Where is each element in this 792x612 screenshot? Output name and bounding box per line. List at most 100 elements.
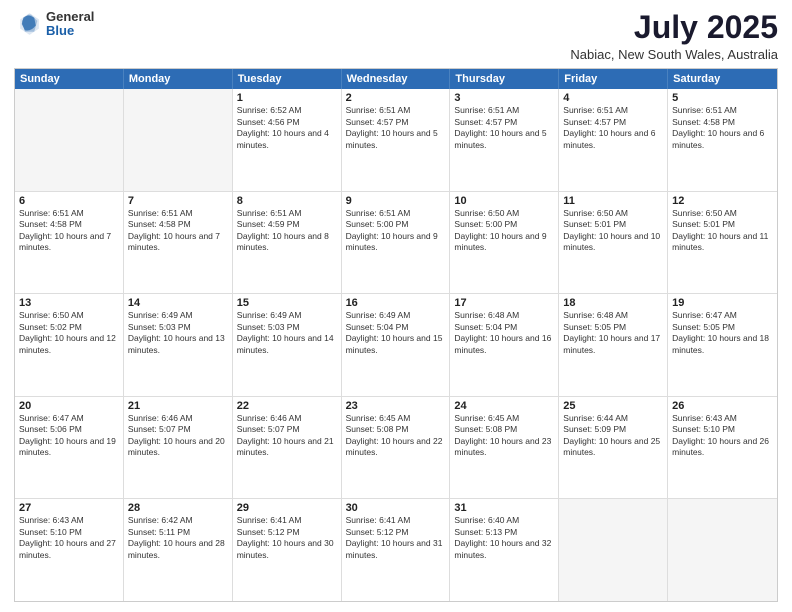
day-info: Sunrise: 6:50 AM Sunset: 5:00 PM Dayligh… [454, 208, 554, 254]
calendar-header: SundayMondayTuesdayWednesdayThursdayFrid… [15, 69, 777, 89]
page: General Blue July 2025 Nabiac, New South… [0, 0, 792, 612]
day-info: Sunrise: 6:50 AM Sunset: 5:02 PM Dayligh… [19, 310, 119, 356]
calendar-row-4: 27Sunrise: 6:43 AM Sunset: 5:10 PM Dayli… [15, 499, 777, 601]
day-number: 2 [346, 92, 446, 104]
calendar-row-2: 13Sunrise: 6:50 AM Sunset: 5:02 PM Dayli… [15, 294, 777, 397]
calendar-row-0: 1Sunrise: 6:52 AM Sunset: 4:56 PM Daylig… [15, 89, 777, 192]
calendar-row-1: 6Sunrise: 6:51 AM Sunset: 4:58 PM Daylig… [15, 192, 777, 295]
day-number: 8 [237, 195, 337, 207]
day-info: Sunrise: 6:49 AM Sunset: 5:03 PM Dayligh… [237, 310, 337, 356]
day-info: Sunrise: 6:41 AM Sunset: 5:12 PM Dayligh… [346, 515, 446, 561]
day-number: 11 [563, 195, 663, 207]
day-number: 9 [346, 195, 446, 207]
calendar-cell: 11Sunrise: 6:50 AM Sunset: 5:01 PM Dayli… [559, 192, 668, 294]
day-info: Sunrise: 6:42 AM Sunset: 5:11 PM Dayligh… [128, 515, 228, 561]
day-info: Sunrise: 6:45 AM Sunset: 5:08 PM Dayligh… [346, 413, 446, 459]
day-info: Sunrise: 6:46 AM Sunset: 5:07 PM Dayligh… [128, 413, 228, 459]
day-number: 1 [237, 92, 337, 104]
title-block: July 2025 Nabiac, New South Wales, Austr… [570, 10, 778, 62]
day-info: Sunrise: 6:43 AM Sunset: 5:10 PM Dayligh… [19, 515, 119, 561]
day-info: Sunrise: 6:51 AM Sunset: 4:57 PM Dayligh… [454, 105, 554, 151]
day-number: 29 [237, 502, 337, 514]
day-number: 20 [19, 400, 119, 412]
calendar-cell: 18Sunrise: 6:48 AM Sunset: 5:05 PM Dayli… [559, 294, 668, 396]
calendar-cell: 27Sunrise: 6:43 AM Sunset: 5:10 PM Dayli… [15, 499, 124, 601]
header-day-sunday: Sunday [15, 69, 124, 89]
day-number: 4 [563, 92, 663, 104]
day-number: 13 [19, 297, 119, 309]
calendar-cell: 30Sunrise: 6:41 AM Sunset: 5:12 PM Dayli… [342, 499, 451, 601]
day-info: Sunrise: 6:45 AM Sunset: 5:08 PM Dayligh… [454, 413, 554, 459]
header: General Blue July 2025 Nabiac, New South… [14, 10, 778, 62]
subtitle: Nabiac, New South Wales, Australia [570, 47, 778, 62]
calendar-cell: 7Sunrise: 6:51 AM Sunset: 4:58 PM Daylig… [124, 192, 233, 294]
logo-text: General Blue [46, 10, 94, 39]
calendar-cell: 15Sunrise: 6:49 AM Sunset: 5:03 PM Dayli… [233, 294, 342, 396]
calendar-cell: 9Sunrise: 6:51 AM Sunset: 5:00 PM Daylig… [342, 192, 451, 294]
day-number: 15 [237, 297, 337, 309]
header-day-tuesday: Tuesday [233, 69, 342, 89]
header-day-friday: Friday [559, 69, 668, 89]
day-number: 30 [346, 502, 446, 514]
calendar-cell: 25Sunrise: 6:44 AM Sunset: 5:09 PM Dayli… [559, 397, 668, 499]
calendar-cell [15, 89, 124, 191]
calendar-cell: 21Sunrise: 6:46 AM Sunset: 5:07 PM Dayli… [124, 397, 233, 499]
calendar-cell [559, 499, 668, 601]
day-info: Sunrise: 6:49 AM Sunset: 5:04 PM Dayligh… [346, 310, 446, 356]
day-info: Sunrise: 6:51 AM Sunset: 4:57 PM Dayligh… [563, 105, 663, 151]
day-info: Sunrise: 6:41 AM Sunset: 5:12 PM Dayligh… [237, 515, 337, 561]
calendar-body: 1Sunrise: 6:52 AM Sunset: 4:56 PM Daylig… [15, 89, 777, 601]
logo-blue: Blue [46, 24, 94, 38]
day-number: 12 [672, 195, 773, 207]
calendar-cell: 17Sunrise: 6:48 AM Sunset: 5:04 PM Dayli… [450, 294, 559, 396]
calendar-cell: 4Sunrise: 6:51 AM Sunset: 4:57 PM Daylig… [559, 89, 668, 191]
calendar-cell: 16Sunrise: 6:49 AM Sunset: 5:04 PM Dayli… [342, 294, 451, 396]
day-info: Sunrise: 6:51 AM Sunset: 4:57 PM Dayligh… [346, 105, 446, 151]
day-info: Sunrise: 6:51 AM Sunset: 4:58 PM Dayligh… [672, 105, 773, 151]
day-info: Sunrise: 6:46 AM Sunset: 5:07 PM Dayligh… [237, 413, 337, 459]
day-number: 28 [128, 502, 228, 514]
day-number: 23 [346, 400, 446, 412]
day-number: 21 [128, 400, 228, 412]
calendar-cell: 10Sunrise: 6:50 AM Sunset: 5:00 PM Dayli… [450, 192, 559, 294]
day-number: 5 [672, 92, 773, 104]
header-day-wednesday: Wednesday [342, 69, 451, 89]
day-number: 6 [19, 195, 119, 207]
day-number: 7 [128, 195, 228, 207]
calendar-cell: 24Sunrise: 6:45 AM Sunset: 5:08 PM Dayli… [450, 397, 559, 499]
header-day-thursday: Thursday [450, 69, 559, 89]
day-number: 10 [454, 195, 554, 207]
day-info: Sunrise: 6:47 AM Sunset: 5:06 PM Dayligh… [19, 413, 119, 459]
calendar-cell: 12Sunrise: 6:50 AM Sunset: 5:01 PM Dayli… [668, 192, 777, 294]
header-day-monday: Monday [124, 69, 233, 89]
logo-icon [14, 10, 42, 38]
day-info: Sunrise: 6:49 AM Sunset: 5:03 PM Dayligh… [128, 310, 228, 356]
day-number: 31 [454, 502, 554, 514]
calendar-cell [124, 89, 233, 191]
day-number: 18 [563, 297, 663, 309]
logo: General Blue [14, 10, 94, 39]
day-number: 17 [454, 297, 554, 309]
calendar-cell: 28Sunrise: 6:42 AM Sunset: 5:11 PM Dayli… [124, 499, 233, 601]
day-info: Sunrise: 6:47 AM Sunset: 5:05 PM Dayligh… [672, 310, 773, 356]
calendar-row-3: 20Sunrise: 6:47 AM Sunset: 5:06 PM Dayli… [15, 397, 777, 500]
calendar: SundayMondayTuesdayWednesdayThursdayFrid… [14, 68, 778, 602]
day-info: Sunrise: 6:51 AM Sunset: 4:58 PM Dayligh… [128, 208, 228, 254]
day-info: Sunrise: 6:51 AM Sunset: 5:00 PM Dayligh… [346, 208, 446, 254]
calendar-cell: 31Sunrise: 6:40 AM Sunset: 5:13 PM Dayli… [450, 499, 559, 601]
day-info: Sunrise: 6:51 AM Sunset: 4:58 PM Dayligh… [19, 208, 119, 254]
day-number: 19 [672, 297, 773, 309]
calendar-cell: 5Sunrise: 6:51 AM Sunset: 4:58 PM Daylig… [668, 89, 777, 191]
calendar-cell: 13Sunrise: 6:50 AM Sunset: 5:02 PM Dayli… [15, 294, 124, 396]
calendar-cell: 2Sunrise: 6:51 AM Sunset: 4:57 PM Daylig… [342, 89, 451, 191]
day-number: 16 [346, 297, 446, 309]
day-info: Sunrise: 6:52 AM Sunset: 4:56 PM Dayligh… [237, 105, 337, 151]
calendar-cell: 29Sunrise: 6:41 AM Sunset: 5:12 PM Dayli… [233, 499, 342, 601]
day-number: 26 [672, 400, 773, 412]
header-day-saturday: Saturday [668, 69, 777, 89]
logo-general: General [46, 10, 94, 24]
day-number: 22 [237, 400, 337, 412]
day-info: Sunrise: 6:48 AM Sunset: 5:04 PM Dayligh… [454, 310, 554, 356]
calendar-cell: 26Sunrise: 6:43 AM Sunset: 5:10 PM Dayli… [668, 397, 777, 499]
calendar-cell: 3Sunrise: 6:51 AM Sunset: 4:57 PM Daylig… [450, 89, 559, 191]
